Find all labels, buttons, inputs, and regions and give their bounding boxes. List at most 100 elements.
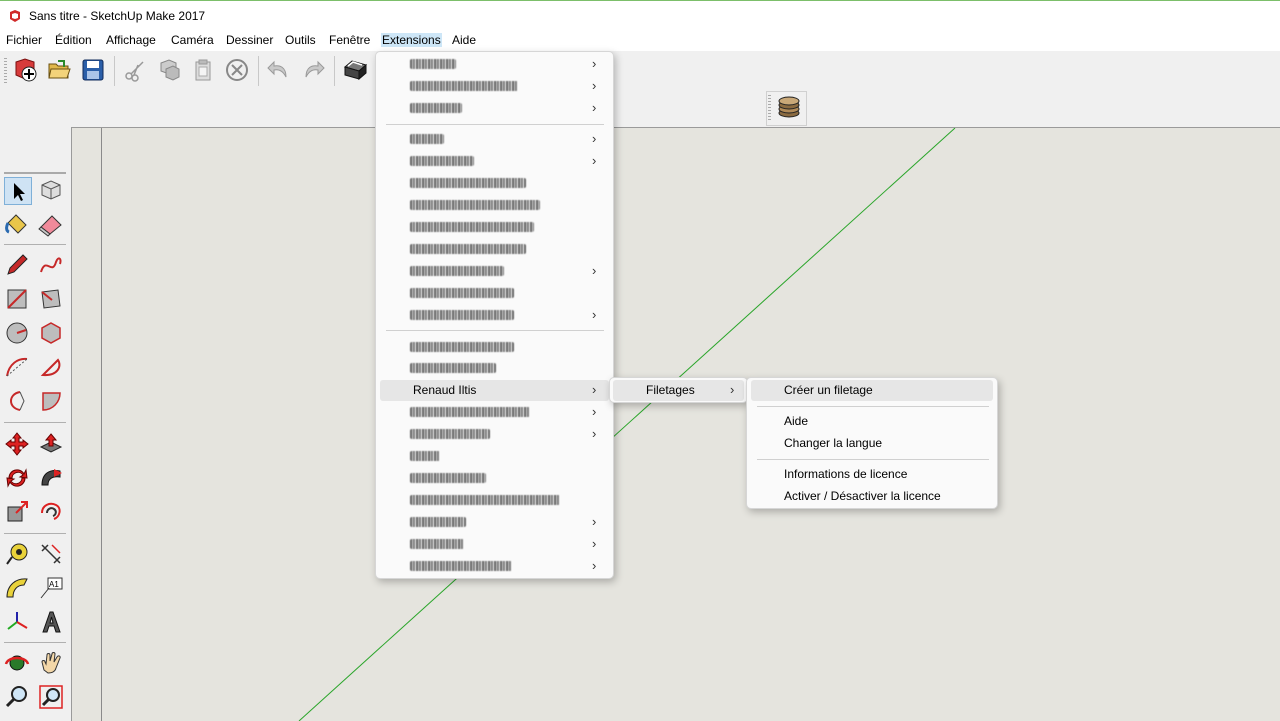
menu-creer-filetage[interactable]: Créer un filetage <box>751 380 993 401</box>
arc-3pt-icon[interactable] <box>4 388 32 416</box>
chevron-right-icon: › <box>730 382 735 397</box>
rectangle-icon[interactable] <box>4 286 32 314</box>
orbit-icon[interactable] <box>4 650 32 678</box>
menu-entry-obscured[interactable]: › <box>380 402 609 423</box>
polygon-icon[interactable] <box>38 320 66 348</box>
tool-separator <box>4 244 66 245</box>
menu-renaud-iltis-label: Renaud Iltis <box>413 383 477 397</box>
menu-entry-obscured[interactable]: › <box>380 512 609 533</box>
menu-changer-langue-label: Changer la langue <box>784 436 883 450</box>
pie-icon[interactable] <box>38 354 66 382</box>
menu-changer-langue[interactable]: Changer la langue <box>751 433 993 454</box>
menu-fenetre[interactable]: Fenêtre <box>328 33 371 47</box>
menu-fichier[interactable]: Fichier <box>5 33 43 47</box>
print-icon[interactable] <box>342 57 368 83</box>
menu-camera[interactable]: Caméra <box>170 33 215 47</box>
toolbar-grip[interactable] <box>4 58 7 84</box>
copy-icon[interactable] <box>156 57 182 83</box>
menu-entry-obscured[interactable]: › <box>380 305 609 326</box>
menu-separator <box>757 459 989 460</box>
menu-affichage[interactable]: Affichage <box>105 33 157 47</box>
menu-aide[interactable]: Aide <box>451 33 477 47</box>
menu-bar: Fichier Édition Affichage Caméra Dessine… <box>0 31 1280 51</box>
layers-icon[interactable] <box>776 94 802 120</box>
filetages-submenu: Créer un filetage Aide Changer la langue… <box>746 377 998 509</box>
menu-separator <box>386 124 604 125</box>
toolbar-separator <box>334 56 335 86</box>
redo-icon[interactable] <box>300 57 326 83</box>
offset-icon[interactable] <box>38 499 66 527</box>
menu-separator <box>757 406 989 407</box>
zoom-icon[interactable] <box>4 684 32 712</box>
follow-me-icon[interactable] <box>38 465 66 493</box>
arc-icon[interactable] <box>4 354 32 382</box>
pencil-icon[interactable] <box>4 252 32 280</box>
menu-entry-obscured[interactable]: › <box>380 151 609 172</box>
open-icon[interactable] <box>46 57 72 83</box>
menu-entry-obscured[interactable]: › <box>380 556 609 577</box>
cut-icon[interactable] <box>122 57 148 83</box>
svg-text:A1: A1 <box>49 580 59 589</box>
menu-entry-obscured[interactable]: › <box>380 424 609 445</box>
dimension-icon[interactable] <box>38 541 66 569</box>
pie-2-icon[interactable] <box>38 388 66 416</box>
menu-filetages[interactable]: Filetages › <box>613 380 744 401</box>
menu-entry-obscured[interactable]: › <box>380 76 609 97</box>
scale-icon[interactable] <box>4 499 32 527</box>
menu-entry-obscured[interactable]: › <box>380 129 609 150</box>
tool-separator <box>4 422 66 423</box>
menu-extensions[interactable]: Extensions <box>381 33 442 47</box>
menu-entry-obscured[interactable] <box>380 358 609 379</box>
component-icon[interactable] <box>38 177 66 205</box>
select-icon[interactable] <box>4 177 32 205</box>
menu-entry-obscured[interactable]: › <box>380 54 609 75</box>
tool-separator <box>4 533 66 534</box>
menu-renaud-iltis[interactable]: Renaud Iltis › <box>380 380 609 401</box>
menu-entry-obscured[interactable] <box>380 490 609 511</box>
erase-icon[interactable] <box>224 57 250 83</box>
menu-entry-obscured[interactable]: › <box>380 534 609 555</box>
menu-informations-licence[interactable]: Informations de licence <box>751 464 993 485</box>
menu-entry-obscured[interactable] <box>380 239 609 260</box>
3d-text-icon[interactable] <box>38 609 66 637</box>
menu-entry-obscured[interactable]: › <box>380 98 609 119</box>
extensions-menu: › › › › › › › Renaud Iltis › › › › › › <box>375 51 614 579</box>
menu-dessiner[interactable]: Dessiner <box>225 33 274 47</box>
move-icon[interactable] <box>4 431 32 459</box>
paint-bucket-icon[interactable] <box>4 211 32 239</box>
toolbar-grip[interactable] <box>4 172 66 174</box>
new-icon[interactable] <box>12 57 38 83</box>
menu-outils[interactable]: Outils <box>284 33 317 47</box>
eraser-icon[interactable] <box>38 211 66 239</box>
freehand-icon[interactable] <box>38 252 66 280</box>
rotate-icon[interactable] <box>4 465 32 493</box>
zoom-window-icon[interactable] <box>38 684 66 712</box>
menu-activer-licence[interactable]: Activer / Désactiver la licence <box>751 486 993 507</box>
menu-entry-obscured[interactable]: › <box>380 261 609 282</box>
menu-entry-obscured[interactable] <box>380 283 609 304</box>
tape-measure-icon[interactable] <box>4 541 32 569</box>
rotated-rectangle-icon[interactable] <box>38 286 66 314</box>
title-bar: Sans titre - SketchUp Make 2017 <box>0 0 1280 31</box>
push-pull-icon[interactable] <box>38 431 66 459</box>
menu-edition[interactable]: Édition <box>54 33 93 47</box>
menu-entry-obscured[interactable] <box>380 468 609 489</box>
menu-aide-label: Aide <box>784 414 809 428</box>
undo-icon[interactable] <box>266 57 292 83</box>
menu-entry-obscured[interactable] <box>380 195 609 216</box>
menu-entry-obscured[interactable] <box>380 337 609 358</box>
menu-entry-obscured[interactable] <box>380 446 609 467</box>
save-icon[interactable] <box>80 57 106 83</box>
menu-entry-obscured[interactable] <box>380 173 609 194</box>
paste-icon[interactable] <box>190 57 216 83</box>
menu-aide-filetage[interactable]: Aide <box>751 411 993 432</box>
protractor-icon[interactable] <box>4 575 32 603</box>
toolbar-grip[interactable] <box>768 95 771 121</box>
menu-entry-obscured[interactable] <box>380 217 609 238</box>
circle-icon[interactable] <box>4 320 32 348</box>
text-icon[interactable]: A1 <box>38 575 66 603</box>
tool-separator <box>4 642 66 643</box>
axes-icon[interactable] <box>4 609 32 637</box>
drawing-area[interactable] <box>71 127 1280 721</box>
pan-icon[interactable] <box>38 650 66 678</box>
